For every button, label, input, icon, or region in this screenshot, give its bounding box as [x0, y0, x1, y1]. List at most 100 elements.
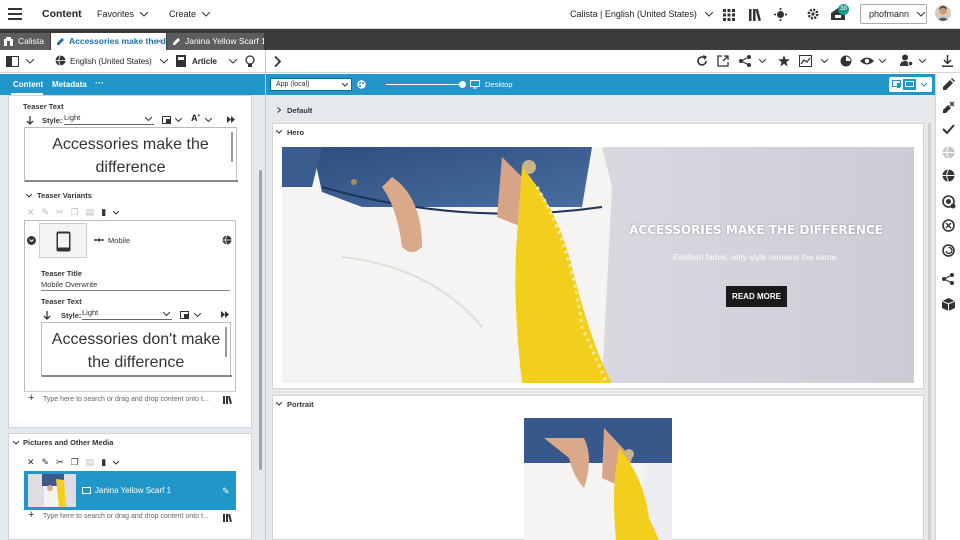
variant-text-editor[interactable]: Accessories don't make the difference — [41, 322, 232, 377]
chevron-down-icon[interactable] — [821, 59, 828, 63]
chevron-down-icon[interactable] — [13, 441, 19, 445]
fast-forward-icon[interactable] — [227, 116, 235, 123]
chevron-down-icon[interactable] — [879, 59, 886, 63]
globe-icon[interactable] — [942, 169, 955, 182]
variant-title-input[interactable]: Mobile Overwrite — [41, 279, 230, 291]
section-default[interactable]: Default — [287, 106, 312, 115]
more-tabs[interactable]: ··· — [95, 78, 104, 88]
star-icon[interactable] — [778, 55, 790, 67]
insert-box-icon[interactable] — [180, 311, 189, 319]
style-select[interactable]: Light — [64, 113, 154, 125]
chevron-down-icon[interactable] — [276, 402, 282, 406]
library-icon[interactable] — [223, 513, 232, 522]
chevron-down-icon[interactable] — [175, 118, 182, 122]
user-persona-icon[interactable] — [900, 54, 913, 67]
apps-grid-icon[interactable] — [723, 9, 735, 21]
chevron-down-icon[interactable] — [194, 313, 201, 317]
share-icon[interactable] — [942, 273, 954, 285]
editor-scrollbar[interactable] — [225, 327, 227, 357]
layout-toggle-icon[interactable] — [6, 56, 19, 67]
editor-scrollbar[interactable] — [231, 132, 233, 162]
view-mode-toggle[interactable] — [889, 77, 932, 92]
arrow-down-icon[interactable] — [26, 116, 34, 125]
avatar[interactable] — [935, 5, 951, 21]
copy-icon[interactable]: ❐ — [71, 207, 79, 218]
chevron-down-icon[interactable] — [921, 83, 927, 87]
checkmark-icon[interactable] — [942, 124, 955, 134]
user-menu[interactable]: phofmann — [860, 4, 927, 24]
globe-remove-icon[interactable] — [942, 219, 956, 233]
close-tab-icon[interactable]: × — [157, 33, 162, 50]
tab-accessories[interactable]: Accessories make the di... × — [51, 33, 166, 50]
favorites-menu[interactable]: Favorites — [97, 9, 149, 19]
share-icon[interactable] — [739, 55, 751, 67]
cut-icon[interactable]: ✂ — [56, 207, 64, 218]
add-icon[interactable]: + — [28, 509, 34, 521]
tab-janina-scarf[interactable]: Janina Yellow Scarf 1 — [167, 33, 264, 50]
refresh-icon[interactable] — [696, 55, 708, 67]
cut-icon[interactable]: ✂ — [56, 457, 64, 468]
responsive-preview-icon[interactable] — [892, 80, 901, 89]
chevron-down-icon[interactable] — [276, 130, 282, 134]
open-external-icon[interactable] — [717, 55, 729, 67]
close-icon[interactable]: ✕ — [27, 457, 35, 468]
site-locale-selector[interactable]: Calista | English (United States) — [570, 9, 713, 19]
variant-style-select[interactable]: Light — [82, 308, 172, 320]
chevron-down-icon[interactable] — [205, 118, 212, 122]
paste-icon[interactable]: ▤ — [86, 207, 95, 218]
section-portrait[interactable]: Portrait — [287, 400, 314, 409]
chevron-right-icon[interactable] — [277, 107, 281, 113]
insert-box-icon[interactable] — [162, 116, 171, 124]
globe-refresh-icon[interactable] — [942, 244, 956, 258]
section-hero[interactable]: Hero — [287, 128, 304, 137]
tab-content[interactable]: Content — [13, 80, 43, 89]
app-select[interactable]: App (local) — [270, 78, 352, 91]
arrow-down-icon[interactable] — [43, 311, 51, 320]
settings-gear-icon[interactable] — [806, 7, 820, 21]
close-icon[interactable]: ✕ — [27, 207, 35, 218]
portrait-image[interactable] — [524, 418, 672, 540]
viewport-slider-handle[interactable] — [459, 81, 466, 88]
bundle-box-icon[interactable] — [942, 298, 955, 311]
chevron-down-icon[interactable] — [26, 194, 32, 198]
chevron-right-icon[interactable] — [274, 56, 281, 67]
pictures-search-bar[interactable]: + Type here to search or drag and drop c… — [24, 509, 236, 525]
locale-selector[interactable]: English (United States) — [70, 57, 168, 66]
palette-icon[interactable] — [357, 80, 366, 89]
globe-icon[interactable] — [222, 235, 232, 245]
mobile-device-thumbnail[interactable] — [39, 223, 87, 258]
preview-scrollbar[interactable] — [928, 123, 931, 540]
hero-read-more-button[interactable]: READ MORE — [726, 286, 787, 307]
library-icon[interactable] — [223, 395, 232, 404]
analytics-chart-icon[interactable] — [799, 55, 812, 67]
add-icon[interactable]: + — [28, 392, 34, 404]
panel-scrollbar[interactable] — [259, 170, 262, 470]
library-icon[interactable] — [749, 8, 762, 21]
doctype-selector[interactable]: Article — [192, 57, 237, 66]
edit-clear-icon[interactable] — [942, 101, 955, 114]
teaser-text-editor[interactable]: Accessories make the difference — [24, 127, 238, 182]
fast-forward-icon[interactable] — [221, 311, 229, 318]
create-menu[interactable]: Create — [169, 9, 211, 19]
clipboard-icon[interactable]: ▮ — [101, 207, 106, 218]
copy-icon[interactable]: ❐ — [71, 457, 79, 468]
eye-icon[interactable] — [860, 55, 874, 67]
hamburger-menu-icon[interactable] — [8, 8, 22, 20]
lightbulb-icon[interactable] — [245, 55, 255, 68]
viewport-slider-track[interactable] — [386, 84, 464, 85]
clipboard-icon[interactable]: ▮ — [101, 457, 106, 468]
desktop-view-button[interactable] — [903, 79, 916, 90]
collapse-circle-icon[interactable] — [27, 236, 36, 245]
chevron-down-icon[interactable] — [113, 460, 120, 465]
chevron-down-icon[interactable] — [759, 59, 766, 63]
download-icon[interactable] — [942, 55, 953, 67]
target-icon[interactable] — [774, 8, 787, 21]
text-format-icon[interactable]: A+ — [191, 113, 200, 123]
pencil-icon[interactable]: ✎ — [222, 486, 230, 497]
edit-pencil-icon[interactable] — [942, 78, 955, 91]
chevron-down-icon[interactable] — [26, 59, 34, 64]
pencil-icon[interactable]: ✎ — [42, 207, 50, 218]
chevron-down-icon[interactable] — [919, 59, 926, 63]
tab-metadata[interactable]: Metadata — [52, 80, 87, 89]
variant-search-bar[interactable]: + Type here to search or drag and drop c… — [24, 391, 236, 407]
